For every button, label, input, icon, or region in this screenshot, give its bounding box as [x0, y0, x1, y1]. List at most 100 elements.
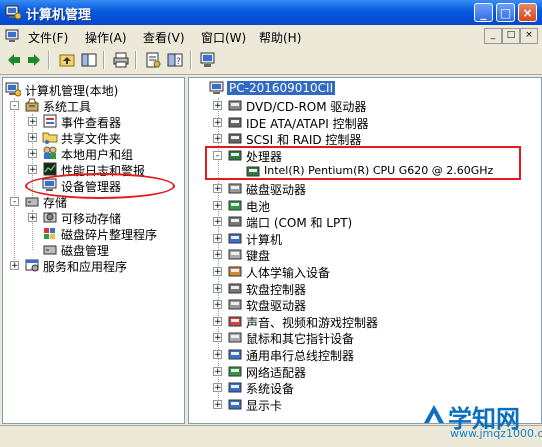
- tree-node-disk-defragmenter[interactable]: 磁盘碎片整理程序: [28, 225, 178, 242]
- menu-view[interactable]: 查看(V): [143, 29, 185, 46]
- minimize-button[interactable]: _: [474, 3, 493, 22]
- device-category-label: 网络适配器: [246, 365, 307, 380]
- expand-toggle[interactable]: +: [213, 383, 222, 393]
- system-tools-icon: [25, 98, 39, 112]
- expand-toggle[interactable]: +: [213, 117, 222, 127]
- computer-icon: [228, 233, 242, 244]
- device-category-item[interactable]: + 系统设备: [213, 379, 533, 397]
- print-icon[interactable]: [112, 51, 130, 69]
- device-tree-pane[interactable]: PC-201609010CII + DVD/CD-ROM 驱动器 + IDE ATA/…: [188, 77, 542, 424]
- hid-icon: [228, 266, 242, 277]
- expand-toggle[interactable]: +: [213, 250, 222, 260]
- ide-controller-icon: [228, 117, 242, 128]
- menu-window[interactable]: 窗口(W): [201, 29, 246, 46]
- up-icon[interactable]: [58, 51, 76, 69]
- disk-management-icon: [43, 245, 57, 255]
- forward-icon[interactable]: [25, 51, 43, 69]
- tree-node-disk-management[interactable]: 磁盘管理: [28, 241, 178, 258]
- device-category-item[interactable]: + DVD/CD-ROM 驱动器: [213, 97, 533, 114]
- device-category-label: 通用串行总线控制器: [246, 349, 355, 363]
- device-category-label: 鼠标和其它指针设备: [246, 332, 355, 347]
- storage-icon: [25, 197, 39, 207]
- collapse-toggle[interactable]: -: [10, 101, 19, 111]
- expand-toggle[interactable]: +: [213, 333, 222, 343]
- expand-toggle[interactable]: +: [213, 101, 222, 111]
- mdi-restore-button[interactable]: □: [502, 28, 520, 44]
- mdi-minimize-button[interactable]: _: [484, 28, 502, 44]
- tree-node-storage[interactable]: - 存储: [10, 193, 180, 210]
- tree-node-shared-folders[interactable]: + 共享文件夹: [28, 129, 178, 146]
- expand-toggle[interactable]: +: [213, 350, 222, 360]
- sound-icon: [228, 316, 242, 327]
- device-category-label: 电池: [246, 199, 271, 214]
- expand-toggle[interactable]: +: [213, 300, 222, 310]
- tree-node-services-applications[interactable]: + 服务和应用程序: [10, 257, 180, 274]
- device-category-item[interactable]: + 端口 (COM 和 LPT): [213, 213, 533, 231]
- scan-hardware-icon[interactable]: [199, 51, 217, 69]
- expand-toggle[interactable]: +: [28, 149, 37, 159]
- expand-toggle[interactable]: +: [213, 316, 222, 326]
- device-category-item[interactable]: + 声音、视频和游戏控制器: [213, 313, 533, 330]
- device-category-item[interactable]: + 鼠标和其它指针设备: [213, 329, 533, 347]
- expand-toggle[interactable]: +: [213, 217, 222, 227]
- disk-defragmenter-icon: [44, 228, 55, 239]
- device-category-item[interactable]: + 计算机: [213, 230, 533, 247]
- tree-node-local-users[interactable]: + 本地用户和组: [28, 145, 178, 162]
- computer-management-icon: [5, 5, 21, 20]
- expand-toggle[interactable]: +: [213, 399, 222, 409]
- menu-action[interactable]: 操作(A): [85, 29, 127, 46]
- device-category-label: 端口 (COM 和 LPT): [246, 216, 353, 231]
- removable-storage-icon: [43, 212, 57, 223]
- device-category-item[interactable]: + 键盘: [213, 246, 533, 263]
- close-button[interactable]: ×: [518, 3, 537, 22]
- title-bar[interactable]: 计算机管理 _ □ ×: [0, 0, 542, 25]
- menu-help[interactable]: 帮助(H): [259, 29, 301, 46]
- console-tree-pane[interactable]: 计算机管理(本地) - 系统工具 + 事件查看器 + 共享文件夹 + 本地用户和…: [2, 77, 185, 424]
- tree-node-event-viewer[interactable]: + 事件查看器: [28, 113, 178, 130]
- device-category-item[interactable]: + 通用串行总线控制器: [213, 346, 533, 363]
- tree-node-removable-storage[interactable]: + 可移动存储: [28, 209, 178, 226]
- tree-node-system-tools[interactable]: - 系统工具: [10, 97, 180, 114]
- show-hide-tree-icon[interactable]: [80, 51, 98, 69]
- device-category-item[interactable]: + 人体学输入设备: [213, 263, 533, 280]
- expand-toggle[interactable]: +: [213, 134, 222, 144]
- device-tree-root[interactable]: PC-201609010CII: [209, 80, 409, 96]
- mdi-close-button[interactable]: ×: [520, 28, 538, 44]
- device-category-label: 系统设备: [246, 382, 295, 397]
- menu-file[interactable]: 文件(F): [28, 29, 68, 46]
- display-adapter-icon: [228, 399, 242, 410]
- toolbar-separator: [103, 51, 105, 69]
- device-category-label: 软盘驱动器: [246, 299, 307, 314]
- scsi-controller-icon: [228, 133, 242, 144]
- expand-toggle[interactable]: +: [28, 165, 37, 175]
- device-category-item[interactable]: + SCSI 和 RAID 控制器: [213, 130, 533, 147]
- expand-toggle[interactable]: +: [213, 267, 222, 277]
- expand-toggle[interactable]: +: [28, 117, 37, 127]
- expand-toggle[interactable]: +: [213, 233, 222, 243]
- help-icon[interactable]: ?: [166, 51, 184, 69]
- expand-toggle[interactable]: +: [213, 200, 222, 210]
- device-category-item[interactable]: + 软盘驱动器: [213, 296, 533, 314]
- event-viewer-icon: [43, 114, 57, 128]
- expand-toggle[interactable]: +: [28, 133, 37, 143]
- device-category-item[interactable]: + 电池: [213, 197, 533, 214]
- device-category-item[interactable]: + IDE ATA/ATAPI 控制器: [213, 114, 533, 131]
- device-category-item[interactable]: + 磁盘驱动器: [213, 180, 533, 197]
- computer-management-icon: [5, 82, 21, 97]
- device-category-label: 磁盘驱动器: [246, 183, 307, 197]
- back-icon[interactable]: [5, 51, 23, 69]
- usb-icon: [228, 349, 242, 360]
- collapse-toggle[interactable]: -: [10, 197, 19, 207]
- expand-toggle[interactable]: +: [10, 261, 19, 271]
- device-category-item[interactable]: + 软盘控制器: [213, 280, 533, 297]
- tree-node-computer-management[interactable]: 计算机管理(本地): [5, 81, 183, 98]
- properties-icon[interactable]: [144, 51, 162, 69]
- mmc-window-icon[interactable]: [5, 28, 21, 44]
- watermark: 学知网 www.jmqz1000.com: [418, 395, 542, 447]
- maximize-button[interactable]: □: [496, 3, 515, 22]
- expand-toggle[interactable]: +: [213, 283, 222, 293]
- expand-toggle[interactable]: +: [213, 184, 222, 194]
- expand-toggle[interactable]: +: [28, 213, 37, 223]
- expand-toggle[interactable]: +: [213, 366, 222, 376]
- device-category-item[interactable]: + 网络适配器: [213, 363, 533, 380]
